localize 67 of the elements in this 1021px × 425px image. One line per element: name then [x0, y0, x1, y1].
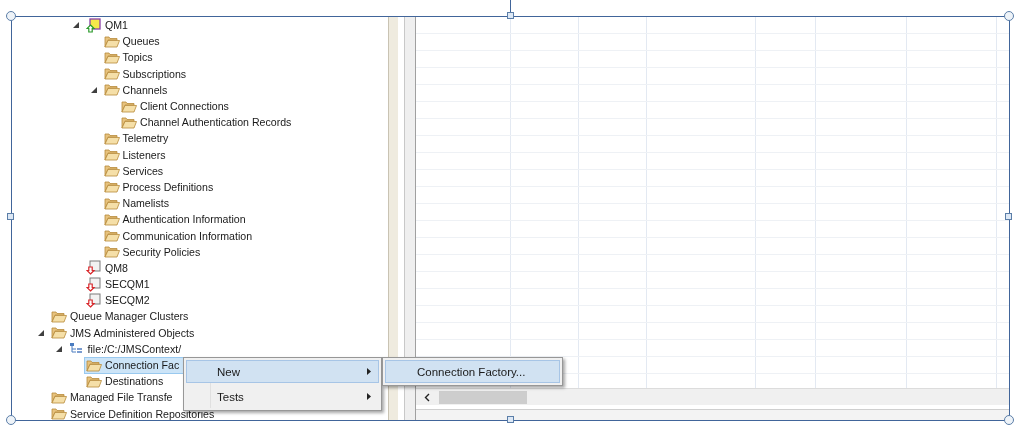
scrollbar-thumb[interactable]	[439, 390, 527, 404]
resize-handle[interactable]	[1004, 11, 1014, 21]
resize-handle[interactable]	[507, 12, 514, 19]
folder-icon	[103, 196, 120, 210]
folder-icon	[103, 229, 120, 243]
resize-handle[interactable]	[6, 415, 16, 425]
resize-handle[interactable]	[7, 213, 14, 220]
scroll-left-icon[interactable]	[424, 392, 430, 402]
tree-item[interactable]: Services	[101, 162, 167, 180]
folder-icon	[103, 212, 120, 226]
menu-item[interactable]: New	[186, 360, 379, 383]
folder-icon	[121, 99, 137, 113]
expand-icon[interactable]	[73, 22, 79, 29]
tree-item[interactable]: Listeners	[101, 146, 169, 164]
rotate-handle[interactable]	[510, 0, 511, 12]
tree-item[interactable]: Managed File Transfe	[49, 388, 176, 406]
folder-icon	[121, 115, 137, 129]
resize-handle[interactable]	[6, 11, 16, 21]
tree-item[interactable]: Destinations	[84, 372, 167, 390]
tree-item[interactable]: Communication Information	[101, 227, 256, 245]
tree-item[interactable]: Service Definition Repositories	[49, 405, 218, 420]
tree-item[interactable]: Authentication Information	[101, 210, 249, 228]
resize-handle[interactable]	[1004, 415, 1014, 425]
tree-item[interactable]: Telemetry	[101, 129, 172, 147]
tree-item[interactable]: Security Policies	[101, 243, 204, 261]
menu-item[interactable]: Tests	[186, 385, 379, 408]
resize-handle[interactable]	[1005, 213, 1012, 220]
tree-item[interactable]: Topics	[101, 48, 156, 66]
tree-item[interactable]: Channels	[101, 81, 171, 99]
tree-item[interactable]: SECQM2	[84, 291, 153, 309]
hierarchy-icon	[68, 342, 85, 356]
queue-manager-icon	[86, 292, 102, 308]
folder-icon	[86, 358, 102, 372]
tree-item[interactable]: QM8	[84, 259, 131, 277]
horizontal-scrollbar[interactable]	[416, 388, 1009, 405]
folder-icon	[103, 131, 120, 145]
folder-icon	[103, 67, 120, 81]
folder-icon	[51, 326, 67, 340]
tree-item[interactable]: Queue Manager Clusters	[49, 307, 192, 325]
folder-icon	[103, 180, 120, 194]
folder-icon	[51, 309, 67, 323]
tree-item[interactable]: Channel Authentication Records	[119, 113, 295, 131]
folder-icon	[51, 390, 67, 404]
folder-icon	[103, 245, 120, 259]
tree-item[interactable]: Namelists	[101, 194, 172, 212]
tree-item[interactable]: JMS Administered Objects	[49, 324, 198, 342]
expand-icon[interactable]	[90, 86, 97, 93]
expand-icon[interactable]	[55, 345, 62, 352]
folder-icon	[103, 164, 120, 178]
folder-icon	[103, 148, 120, 162]
tree-item[interactable]: Client Connections	[119, 97, 232, 115]
tree-item[interactable]: Subscriptions	[101, 65, 190, 83]
folder-icon	[103, 83, 120, 97]
expand-icon[interactable]	[38, 329, 44, 336]
queue-manager-icon	[86, 276, 102, 292]
tree-item[interactable]: SECQM1	[84, 275, 153, 293]
resize-handle[interactable]	[507, 416, 514, 423]
tree-item[interactable]: Queues	[101, 32, 163, 50]
folder-icon	[103, 34, 120, 48]
folder-icon	[103, 50, 120, 64]
folder-icon	[86, 374, 102, 388]
tree-item[interactable]: QM1	[84, 17, 131, 34]
queue-manager-icon	[86, 260, 102, 276]
tree-item[interactable]: Process Definitions	[101, 178, 217, 196]
folder-icon	[51, 407, 67, 420]
menu-item[interactable]: Connection Factory...	[385, 360, 560, 383]
tree-item[interactable]: file:/C:/JMSContext/	[66, 340, 185, 358]
